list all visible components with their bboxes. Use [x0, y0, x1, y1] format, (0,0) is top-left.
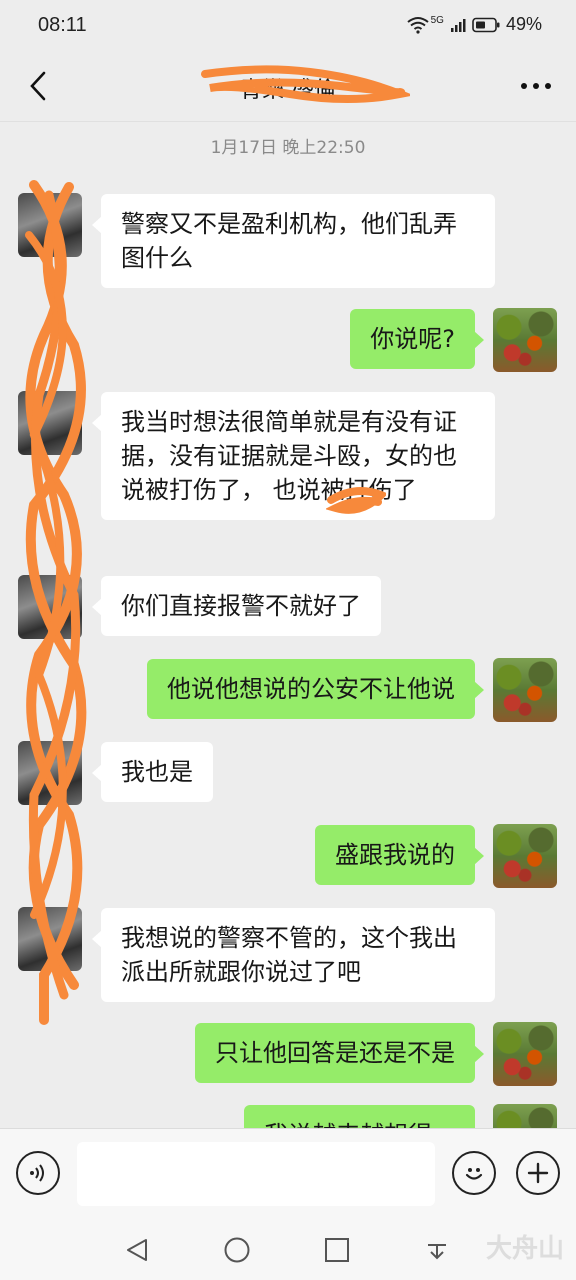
message-bubble-incoming[interactable]: 我当时想法很简单就是有没有证据，没有证据就是斗殴，女的也说被打伤了， 也说被打伤…: [92, 392, 495, 520]
more-button[interactable]: [516, 70, 556, 102]
contact-avatar[interactable]: [18, 391, 82, 455]
message-input[interactable]: [77, 1142, 435, 1206]
status-bar: 08:11 5G 49%: [0, 0, 576, 50]
message-bubble-incoming[interactable]: 警察又不是盈利机构，他们乱弄图什么: [92, 194, 495, 288]
contact-avatar[interactable]: [18, 575, 82, 639]
watermark: 大舟山: [485, 1234, 564, 1264]
contact-avatar[interactable]: [18, 907, 82, 971]
message-bubble-incoming[interactable]: 我也是: [92, 742, 213, 802]
nav-notify-icon: [428, 1244, 446, 1260]
user-avatar[interactable]: [493, 824, 557, 888]
user-avatar[interactable]: [493, 658, 557, 722]
battery-icon: [472, 17, 500, 32]
nav-notify-button[interactable]: [421, 1234, 453, 1266]
nav-back-button[interactable]: [121, 1234, 153, 1266]
input-bar: [0, 1128, 576, 1220]
message-bubble-outgoing[interactable]: 你说呢?: [350, 309, 484, 369]
wifi-icon: [407, 16, 429, 34]
voice-button[interactable]: [16, 1151, 60, 1195]
nav-recent-button[interactable]: [321, 1234, 353, 1266]
title-redaction-scribble: [201, 65, 410, 103]
nav-back-icon: [127, 1239, 147, 1261]
contact-avatar[interactable]: [18, 741, 82, 805]
contact-avatar[interactable]: [18, 193, 82, 257]
chat-timestamp: 1月17日 晚上22:50: [210, 138, 366, 158]
user-avatar[interactable]: [493, 1022, 557, 1086]
status-icons: 5G 49%: [407, 14, 542, 35]
message-bubble-outgoing[interactable]: 只让他回答是还是不是: [195, 1023, 484, 1083]
system-nav-bar: 大舟山: [0, 1220, 576, 1280]
user-avatar[interactable]: [493, 308, 557, 372]
plus-button[interactable]: [516, 1151, 560, 1195]
network-label: 5G: [430, 15, 444, 26]
message-bubble-outgoing[interactable]: 他说他想说的公安不让他说: [147, 659, 484, 719]
status-time: 08:11: [38, 14, 87, 36]
emoji-button[interactable]: [452, 1151, 496, 1195]
message-bubble-incoming[interactable]: 你们直接报警不就好了: [92, 576, 381, 636]
voice-icon: [30, 1164, 44, 1182]
battery-level: 49%: [505, 14, 542, 34]
message-bubble-outgoing[interactable]: 盛跟我说的: [315, 825, 484, 885]
plus-icon: [527, 1162, 549, 1184]
emoji-icon: [465, 1168, 483, 1180]
chat-header: 青樂-盛倫: [0, 50, 576, 122]
signal-icon: [450, 18, 466, 32]
nav-home-icon: [224, 1237, 250, 1263]
message-bubble-incoming[interactable]: 我想说的警察不管的，这个我出派出所就跟你说过了吧: [92, 908, 495, 1002]
nav-recent-icon: [325, 1238, 349, 1262]
more-dots-icon: [521, 83, 551, 89]
nav-home-button[interactable]: [221, 1234, 253, 1266]
